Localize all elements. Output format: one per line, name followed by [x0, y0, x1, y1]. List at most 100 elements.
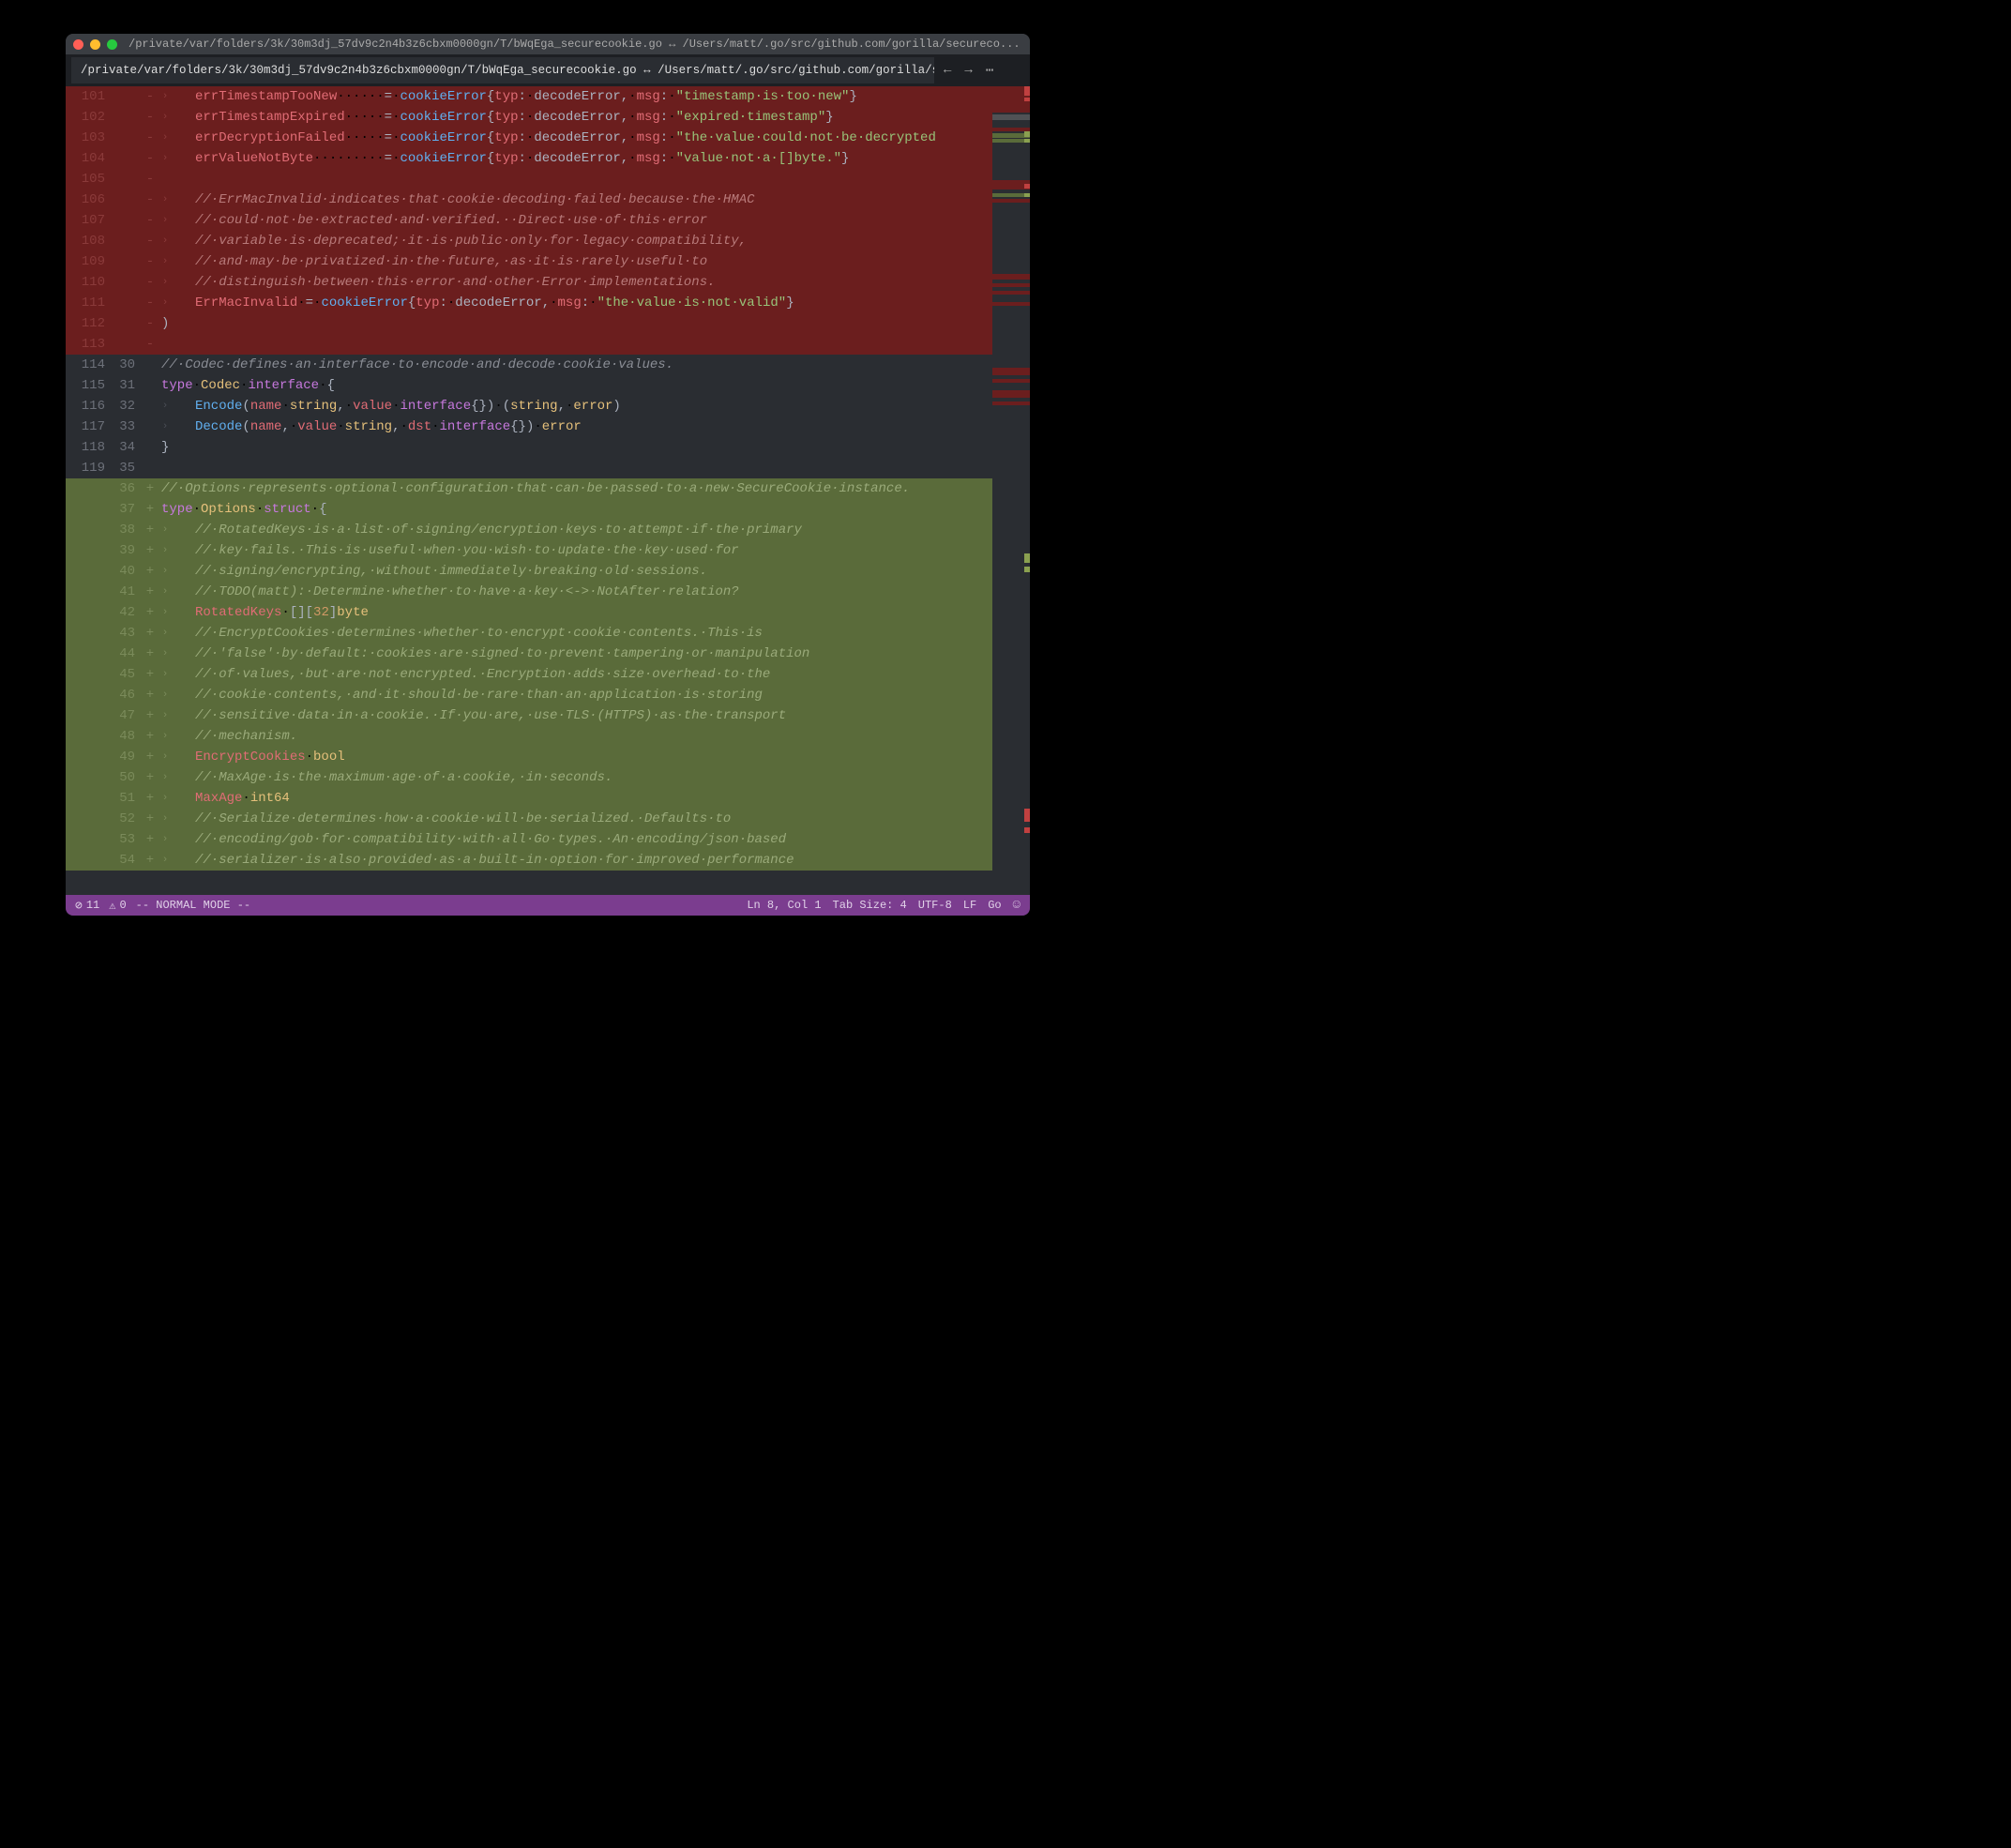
- encoding[interactable]: UTF-8: [918, 899, 952, 912]
- indent-guide: ›: [159, 293, 171, 313]
- minimap-region[interactable]: [992, 114, 1030, 120]
- back-icon[interactable]: ←: [944, 63, 951, 79]
- diff-marker: [141, 458, 159, 478]
- code-content: errDecryptionFailed·····=·cookieError{ty…: [193, 128, 992, 148]
- code-content: errTimestampExpired·····=·cookieError{ty…: [193, 107, 992, 128]
- code-line[interactable]: 112-): [66, 313, 992, 334]
- editor-area: 101-›errTimestampTooNew······=·cookieErr…: [66, 86, 1030, 895]
- gutter-left: 115: [66, 375, 111, 396]
- gutter-left: [66, 850, 111, 871]
- minimap[interactable]: [992, 86, 1030, 895]
- minimap-edge: [1024, 139, 1030, 143]
- minimap-region[interactable]: [992, 368, 1030, 375]
- tab-bar: /private/var/folders/3k/30m3dj_57dv9c2n4…: [66, 54, 1030, 86]
- code-line[interactable]: 51+›MaxAge·int64: [66, 788, 992, 809]
- code-line[interactable]: 50+›//·MaxAge·is·the·maximum·age·of·a·co…: [66, 767, 992, 788]
- code-line[interactable]: 109-›//·and·may·be·privatized·in·the·fut…: [66, 251, 992, 272]
- gutter-right: [111, 293, 141, 313]
- code-line[interactable]: 110-›//·distinguish·between·this·error·a…: [66, 272, 992, 293]
- line-ending[interactable]: LF: [963, 899, 976, 912]
- minimap-region[interactable]: [992, 390, 1030, 398]
- code-content: //·and·may·be·privatized·in·the·future,·…: [193, 251, 992, 272]
- code-line[interactable]: 44+›//·'false'·by·default:·cookies·are·s…: [66, 644, 992, 664]
- code-content: //·sensitive·data·in·a·cookie.·If·you·ar…: [193, 705, 992, 726]
- code-line[interactable]: 36+//·Options·represents·optional·config…: [66, 478, 992, 499]
- tab-size[interactable]: Tab Size: 4: [833, 899, 907, 912]
- gutter-right: [111, 148, 141, 169]
- code-line[interactable]: 43+›//·EncryptCookies·determines·whether…: [66, 623, 992, 644]
- gutter-left: [66, 705, 111, 726]
- code-line[interactable]: 48+›//·mechanism.: [66, 726, 992, 747]
- code-line[interactable]: 40+›//·signing/encrypting,·without·immed…: [66, 561, 992, 582]
- code-line[interactable]: 45+›//·of·values,·but·are·not·encrypted.…: [66, 664, 992, 685]
- diff-marker: +: [141, 788, 159, 809]
- minimap-region[interactable]: [992, 379, 1030, 383]
- code-line[interactable]: 105-: [66, 169, 992, 189]
- code-line[interactable]: 11531type·Codec·interface·{: [66, 375, 992, 396]
- minimap-region[interactable]: [992, 199, 1030, 203]
- code-line[interactable]: 111-›ErrMacInvalid·=·cookieError{typ:·de…: [66, 293, 992, 313]
- forward-icon[interactable]: →: [964, 63, 972, 79]
- code-line[interactable]: 11733›Decode(name,·value·string,·dst·int…: [66, 417, 992, 437]
- diff-marker: -: [141, 272, 159, 293]
- minimap-region[interactable]: [992, 302, 1030, 306]
- gutter-right: 46: [111, 685, 141, 705]
- diff-marker: -: [141, 293, 159, 313]
- code-content: RotatedKeys·[][32]byte: [193, 602, 992, 623]
- feedback-icon[interactable]: [1013, 898, 1021, 913]
- language-mode[interactable]: Go: [988, 899, 1001, 912]
- tab-actions: ← → ⋯: [944, 63, 993, 79]
- minimap-region[interactable]: [992, 401, 1030, 405]
- minimap-region[interactable]: [992, 291, 1030, 295]
- minimap-edge: [1024, 809, 1030, 822]
- code-line[interactable]: 38+›//·RotatedKeys·is·a·list·of·signing/…: [66, 520, 992, 540]
- code-content: ): [159, 313, 992, 334]
- minimap-region[interactable]: [992, 274, 1030, 280]
- code-line[interactable]: 37+type·Options·struct·{: [66, 499, 992, 520]
- code-line[interactable]: 46+›//·cookie·contents,·and·it·should·be…: [66, 685, 992, 705]
- gutter-right: 52: [111, 809, 141, 829]
- gutter-left: 101: [66, 86, 111, 107]
- gutter-left: 119: [66, 458, 111, 478]
- tab-diff-file[interactable]: /private/var/folders/3k/30m3dj_57dv9c2n4…: [71, 57, 934, 83]
- minimize-icon[interactable]: [90, 39, 100, 50]
- code-line[interactable]: 11430//·Codec·defines·an·interface·to·en…: [66, 355, 992, 375]
- code-line[interactable]: 101-›errTimestampTooNew······=·cookieErr…: [66, 86, 992, 107]
- code-line[interactable]: 41+›//·TODO(matt):·Determine·whether·to·…: [66, 582, 992, 602]
- minimap-edge: [1024, 98, 1030, 101]
- code-line[interactable]: 39+›//·key·fails.·This·is·useful·when·yo…: [66, 540, 992, 561]
- code-line[interactable]: 11632›Encode(name·string,·value·interfac…: [66, 396, 992, 417]
- code-line[interactable]: 11834}: [66, 437, 992, 458]
- zoom-icon[interactable]: [107, 39, 117, 50]
- code-line[interactable]: 107-›//·could·not·be·extracted·and·verif…: [66, 210, 992, 231]
- code-line[interactable]: 42+›RotatedKeys·[][32]byte: [66, 602, 992, 623]
- code-content: }: [159, 437, 992, 458]
- code-line[interactable]: 49+›EncryptCookies·bool: [66, 747, 992, 767]
- code-line[interactable]: 102-›errTimestampExpired·····=·cookieErr…: [66, 107, 992, 128]
- code-line[interactable]: 54+›//·serializer·is·also·provided·as·a·…: [66, 850, 992, 871]
- close-icon[interactable]: [73, 39, 83, 50]
- diff-marker: +: [141, 685, 159, 705]
- code-content: //·Codec·defines·an·interface·to·encode·…: [159, 355, 992, 375]
- editor-window: /private/var/folders/3k/30m3dj_57dv9c2n4…: [66, 34, 1030, 916]
- more-icon[interactable]: ⋯: [986, 63, 993, 79]
- minimap-region[interactable]: [992, 283, 1030, 287]
- code-line[interactable]: 104-›errValueNotByte·········=·cookieErr…: [66, 148, 992, 169]
- code-line[interactable]: 11935: [66, 458, 992, 478]
- code-content: //·serializer·is·also·provided·as·a·buil…: [193, 850, 992, 871]
- code-line[interactable]: 52+›//·Serialize·determines·how·a·cookie…: [66, 809, 992, 829]
- code-line[interactable]: 113-: [66, 334, 992, 355]
- cursor-position[interactable]: Ln 8, Col 1: [747, 899, 821, 912]
- code-line[interactable]: 108-›//·variable·is·deprecated;·it·is·pu…: [66, 231, 992, 251]
- titlebar[interactable]: /private/var/folders/3k/30m3dj_57dv9c2n4…: [66, 34, 1030, 54]
- code-area[interactable]: 101-›errTimestampTooNew······=·cookieErr…: [66, 86, 992, 895]
- code-line[interactable]: 103-›errDecryptionFailed·····=·cookieErr…: [66, 128, 992, 148]
- code-line[interactable]: 53+›//·encoding/gob·for·compatibility·wi…: [66, 829, 992, 850]
- code-content: //·Options·represents·optional·configura…: [159, 478, 992, 499]
- error-count[interactable]: 11: [75, 899, 99, 913]
- code-line[interactable]: 106-›//·ErrMacInvalid·indicates·that·coo…: [66, 189, 992, 210]
- diff-marker: +: [141, 540, 159, 561]
- warning-count[interactable]: 0: [109, 899, 126, 913]
- gutter-left: [66, 478, 111, 499]
- code-line[interactable]: 47+›//·sensitive·data·in·a·cookie.·If·yo…: [66, 705, 992, 726]
